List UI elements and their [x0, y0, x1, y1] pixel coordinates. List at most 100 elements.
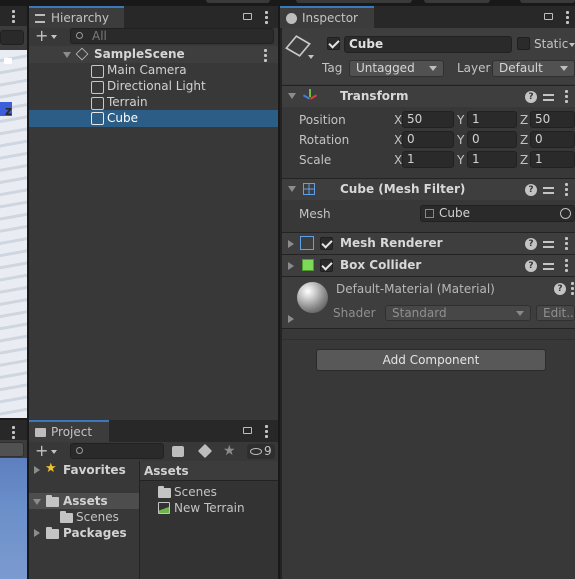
transform-header[interactable]: Transform ? [282, 85, 575, 107]
chevron-down-icon[interactable] [308, 55, 314, 59]
scale-y-field[interactable]: 1 [467, 151, 517, 168]
scene-menu-icon[interactable] [264, 49, 267, 64]
tag-dropdown[interactable]: Untagged [349, 60, 444, 77]
chevron-right-icon[interactable] [34, 466, 40, 474]
tab-project[interactable]: Project [29, 420, 109, 442]
chevron-down-icon[interactable] [51, 35, 57, 39]
scale-z-field[interactable]: 1 [530, 151, 575, 168]
chevron-down-icon[interactable] [288, 93, 296, 99]
object-picker-icon[interactable] [560, 208, 571, 219]
asset-item-scenes[interactable]: Scenes [140, 484, 278, 500]
help-icon[interactable]: ? [525, 91, 537, 103]
tree-favorites[interactable]: ★ Favorites [29, 461, 139, 478]
shader-dropdown[interactable]: Standard [385, 305, 531, 321]
static-checkbox[interactable] [517, 37, 530, 50]
help-icon[interactable]: ? [525, 184, 537, 196]
more-options-icon[interactable] [265, 425, 268, 440]
star-icon[interactable]: ★ [223, 442, 236, 460]
game-viewport[interactable] [0, 458, 27, 579]
breadcrumb-assets[interactable]: Assets [144, 464, 189, 478]
material-section: Default-Material (Material) ? Shader Sta… [282, 276, 575, 329]
project-toolbar: + ★ 9 [29, 442, 278, 461]
static-label: Static [534, 37, 569, 51]
position-z-field[interactable]: 50 [530, 111, 575, 128]
hierarchy-item-terrain[interactable]: Terrain [29, 95, 278, 111]
mesh-filter-header[interactable]: Cube (Mesh Filter) ? [282, 178, 575, 200]
position-x-field[interactable]: 50 [402, 111, 454, 128]
axis-y-label: Y [457, 113, 465, 127]
asset-item-label: New Terrain [174, 501, 245, 515]
rotation-z-field[interactable]: 0 [530, 131, 575, 148]
chevron-down-icon[interactable] [63, 52, 71, 58]
axis-z-label: Z [520, 113, 529, 127]
display-dropdown[interactable] [0, 442, 24, 457]
chevron-down-icon[interactable] [569, 43, 575, 47]
rotation-x-field[interactable]: 0 [402, 131, 454, 148]
scene-search-field[interactable] [0, 30, 24, 45]
tree-packages-label: Packages [63, 526, 127, 540]
edit-shader-button[interactable]: Edit... [536, 305, 575, 321]
scale-x-field[interactable]: 1 [402, 151, 454, 168]
chevron-right-icon[interactable] [34, 529, 40, 537]
more-options-icon[interactable] [566, 11, 569, 26]
chevron-right-icon[interactable] [288, 262, 294, 270]
mesh-renderer-header[interactable]: Mesh Renderer ? [282, 232, 575, 254]
add-plus-icon[interactable]: + [35, 442, 48, 460]
mesh-object-field[interactable]: Cube [420, 205, 575, 222]
project-folder-tree: ★ Favorites Assets Scenes Packages [29, 461, 139, 579]
rotation-y-field[interactable]: 0 [467, 131, 517, 148]
chevron-down-icon[interactable] [288, 186, 296, 192]
more-options-icon[interactable] [565, 90, 568, 105]
scene-row[interactable]: SampleScene [29, 46, 278, 63]
chevron-down-icon[interactable] [33, 499, 41, 505]
more-options-icon[interactable] [265, 11, 268, 26]
tree-packages[interactable]: Packages [29, 525, 139, 541]
presets-icon[interactable] [543, 185, 554, 196]
hierarchy-item-main-camera[interactable]: Main Camera [29, 63, 278, 79]
position-y-field[interactable]: 1 [467, 111, 517, 128]
lock-icon[interactable] [243, 427, 252, 434]
asset-item-new-terrain[interactable]: New Terrain [140, 500, 278, 516]
game-menu-icon[interactable] [12, 426, 15, 441]
scene-viewport[interactable]: z [0, 50, 27, 418]
active-checkbox[interactable] [327, 37, 340, 50]
lock-icon[interactable] [243, 13, 252, 20]
tree-scenes[interactable]: Scenes [29, 509, 139, 525]
box-collider-enabled-checkbox[interactable] [320, 259, 333, 272]
help-icon[interactable]: ? [525, 238, 537, 250]
hierarchy-panel: + All SampleScene Main Camera Directiona… [29, 27, 278, 420]
search-by-type-icon[interactable] [172, 446, 184, 457]
add-component-button[interactable]: Add Component [316, 349, 546, 371]
presets-icon[interactable] [543, 92, 554, 103]
more-options-icon[interactable] [565, 183, 568, 198]
chevron-right-icon[interactable] [288, 240, 294, 248]
hidden-packages-icon[interactable]: 9 [247, 444, 275, 459]
chevron-down-icon[interactable] [51, 450, 57, 454]
layer-value: Default [499, 61, 543, 75]
project-search-input[interactable] [70, 443, 164, 459]
presets-icon[interactable] [543, 239, 554, 250]
folder-open-icon [46, 495, 59, 507]
more-options-icon[interactable] [565, 237, 568, 252]
object-name-field[interactable]: Cube [344, 36, 512, 53]
presets-icon[interactable] [543, 261, 554, 272]
hierarchy-search-input[interactable]: All [70, 28, 274, 44]
tree-assets[interactable]: Assets [29, 493, 139, 509]
chevron-right-icon[interactable] [288, 315, 294, 323]
help-icon[interactable]: ? [525, 260, 537, 272]
more-options-icon[interactable] [571, 282, 574, 297]
mesh-renderer-enabled-checkbox[interactable] [320, 237, 333, 250]
help-icon[interactable]: ? [554, 283, 566, 295]
hierarchy-item-cube[interactable]: Cube [29, 110, 278, 127]
more-options-icon[interactable] [565, 259, 568, 274]
hierarchy-item-directional-light[interactable]: Directional Light [29, 79, 278, 95]
component-header-icons: ? [525, 89, 571, 105]
lock-icon[interactable] [544, 13, 553, 20]
tab-inspector[interactable]: Inspector [280, 6, 374, 28]
box-collider-header[interactable]: Box Collider ? [282, 254, 575, 276]
layer-dropdown[interactable]: Default [492, 60, 575, 77]
tab-hierarchy[interactable]: Hierarchy [29, 6, 124, 28]
search-by-label-icon[interactable] [197, 443, 213, 459]
add-plus-icon[interactable]: + [35, 27, 48, 45]
scene-menu-icon[interactable] [12, 10, 15, 25]
